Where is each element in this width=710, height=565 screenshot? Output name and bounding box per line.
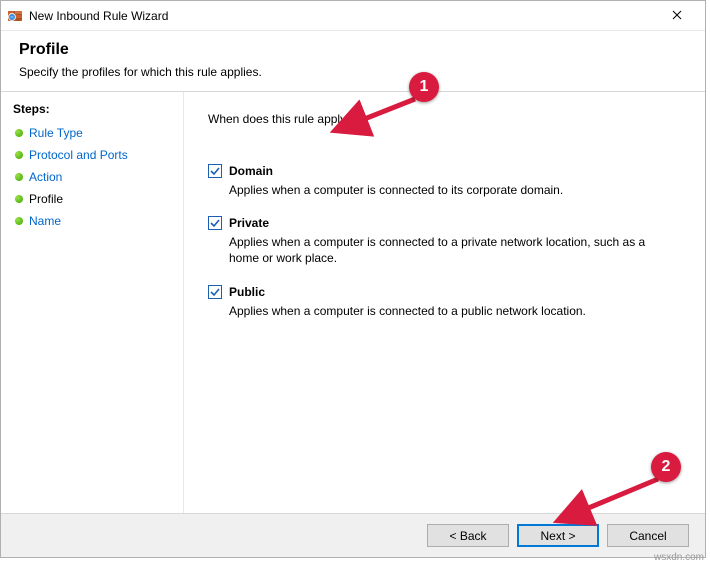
step-protocol-ports[interactable]: Protocol and Ports — [13, 144, 175, 166]
option-public: Public Applies when a computer is connec… — [208, 285, 689, 319]
page-title: Profile — [19, 41, 687, 59]
option-desc: Applies when a computer is connected to … — [229, 303, 669, 319]
option-desc: Applies when a computer is connected to … — [229, 182, 669, 198]
option-label: Domain — [229, 164, 273, 178]
close-icon — [672, 9, 682, 23]
checkbox-public[interactable] — [208, 285, 222, 299]
watermark: wsxdn.com — [654, 552, 704, 563]
step-bullet-icon — [15, 217, 23, 225]
annotation-badge-2: 2 — [651, 452, 681, 482]
close-button[interactable] — [655, 2, 699, 30]
step-name[interactable]: Name — [13, 210, 175, 232]
step-bullet-icon — [15, 129, 23, 137]
step-label: Name — [29, 214, 61, 228]
option-label: Private — [229, 216, 269, 230]
page-header: Profile Specify the profiles for which t… — [1, 31, 705, 92]
step-label: Action — [29, 170, 62, 184]
step-bullet-icon — [15, 151, 23, 159]
checkbox-domain[interactable] — [208, 164, 222, 178]
titlebar: New Inbound Rule Wizard — [1, 1, 705, 31]
page-subtitle: Specify the profiles for which this rule… — [19, 65, 687, 79]
steps-panel: Steps: Rule Type Protocol and Ports Acti… — [1, 92, 184, 513]
step-label: Protocol and Ports — [29, 148, 128, 162]
step-label: Rule Type — [29, 126, 83, 140]
wizard-window: New Inbound Rule Wizard Profile Specify … — [0, 0, 706, 558]
wizard-body: Steps: Rule Type Protocol and Ports Acti… — [1, 92, 705, 513]
step-action[interactable]: Action — [13, 166, 175, 188]
option-label: Public — [229, 285, 265, 299]
annotation-badge-1: 1 — [409, 72, 439, 102]
step-label: Profile — [29, 192, 63, 206]
footer: < Back Next > Cancel — [1, 513, 705, 557]
option-desc: Applies when a computer is connected to … — [229, 234, 669, 266]
content-panel: When does this rule apply? Domain Applie… — [184, 92, 705, 513]
step-bullet-icon — [15, 173, 23, 181]
question-text: When does this rule apply? — [208, 112, 689, 126]
step-rule-type[interactable]: Rule Type — [13, 122, 175, 144]
checkbox-private[interactable] — [208, 216, 222, 230]
cancel-button[interactable]: Cancel — [607, 524, 689, 547]
steps-label: Steps: — [13, 102, 175, 116]
window-title: New Inbound Rule Wizard — [29, 9, 655, 23]
firewall-icon — [7, 8, 23, 24]
check-icon — [210, 166, 220, 176]
option-private: Private Applies when a computer is conne… — [208, 216, 689, 266]
check-icon — [210, 218, 220, 228]
step-bullet-icon — [15, 195, 23, 203]
check-icon — [210, 287, 220, 297]
step-profile[interactable]: Profile — [13, 188, 175, 210]
back-button[interactable]: < Back — [427, 524, 509, 547]
option-domain: Domain Applies when a computer is connec… — [208, 164, 689, 198]
next-button[interactable]: Next > — [517, 524, 599, 547]
